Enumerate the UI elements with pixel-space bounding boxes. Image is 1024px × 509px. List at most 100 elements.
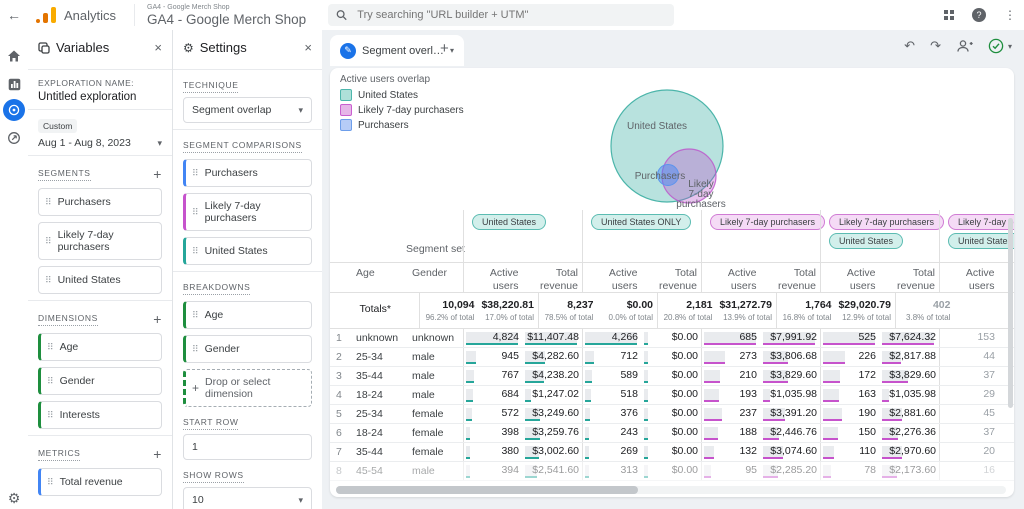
help-icon[interactable]: ?	[972, 8, 986, 22]
drag-handle-icon: ⠿	[192, 169, 199, 178]
dimension-card[interactable]: ⠿Interests	[38, 401, 162, 429]
metric-header: Active users	[702, 263, 761, 292]
gender-cell: unknown	[412, 332, 463, 344]
metric-cell: 394	[464, 462, 523, 480]
horizontal-scrollbar-thumb[interactable]	[336, 486, 638, 494]
value-bar	[644, 408, 648, 421]
segment-card[interactable]: ⠿United States	[38, 266, 162, 294]
technique-dropdown[interactable]: Segment overlap ▾	[183, 97, 312, 123]
metric-value: 172	[858, 367, 876, 384]
table-row[interactable]: 525-34female572$3,249.60376$0.00237$3,39…	[330, 405, 1014, 424]
metric-value: 243	[620, 424, 638, 441]
table-row[interactable]: 618-24female398$3,259.76243$0.00188$2,44…	[330, 424, 1014, 443]
product-name: Analytics	[64, 8, 116, 23]
breakdown-card[interactable]: ⠿Gender	[183, 335, 312, 363]
breakdown-card[interactable]: ⠿Age	[183, 301, 312, 329]
segment-comparison-card[interactable]: ⠿United States	[183, 237, 312, 265]
metric-value: $2,970.60	[889, 443, 936, 460]
search-input[interactable]	[355, 8, 666, 22]
table-row[interactable]: 225-34male945$4,282.60712$0.00273$3,806.…	[330, 348, 1014, 367]
apps-grid-icon[interactable]	[944, 10, 954, 20]
value-bar	[882, 389, 889, 402]
home-icon[interactable]	[0, 44, 28, 68]
add-segment-button[interactable]: +	[153, 166, 162, 182]
metric-header: Total revenue	[880, 263, 940, 292]
google-analytics-logo	[36, 7, 58, 23]
admin-gear-icon[interactable]: ⚙	[0, 486, 28, 509]
metric-cell: 95	[702, 462, 761, 480]
table-row[interactable]: 335-44male767$4,238.20589$0.00210$3,829.…	[330, 367, 1014, 386]
close-settings-icon[interactable]: ×	[304, 40, 312, 55]
table-row[interactable]: 735-44female380$3,002.60269$0.00132$3,07…	[330, 443, 1014, 462]
add-tab-button[interactable]: +	[440, 40, 449, 57]
metric-value: 712	[620, 348, 638, 365]
advertising-icon[interactable]	[0, 126, 28, 150]
segment-comparison-card[interactable]: ⠿Likely 7-day purchasers	[183, 193, 312, 231]
metric-cell: 589	[583, 367, 642, 385]
add-dimension-button[interactable]: +	[153, 311, 162, 327]
metric-header: Active users	[821, 263, 880, 292]
totals-value: $0.00	[598, 299, 654, 311]
undo-icon[interactable]: ↶	[904, 38, 915, 54]
segment-comparison-card[interactable]: ⠿Purchasers	[183, 159, 312, 187]
metric-value: 4,266	[612, 329, 638, 346]
metric-cell: 380	[464, 443, 523, 461]
show-rows-dropdown[interactable]: 10 ▾	[183, 487, 312, 509]
variables-icon	[38, 42, 50, 54]
metric-value: $2,276.36	[889, 424, 936, 441]
metric-card[interactable]: ⠿Total revenue	[38, 468, 162, 496]
drop-dimension-target[interactable]: + Drop or select dimension	[183, 369, 312, 407]
chevron-down-icon: ▾	[298, 495, 303, 506]
segment-card[interactable]: ⠿Likely 7-day purchasers	[38, 222, 162, 260]
redo-icon[interactable]: ↷	[930, 38, 941, 54]
totals-percent: 0.0% of total	[598, 313, 654, 322]
value-bar	[466, 465, 470, 478]
dimensions-label: DIMENSIONS	[38, 313, 98, 326]
row-number: 3	[336, 370, 356, 382]
exploration-name-value[interactable]: Untitled exploration	[38, 91, 162, 103]
account-name[interactable]: GA4 - Google Merch Shop	[147, 13, 306, 27]
search-bar[interactable]	[328, 4, 674, 26]
reports-icon[interactable]	[0, 72, 28, 96]
left-nav-rail: ⚙	[0, 30, 29, 509]
dimension-card[interactable]: ⠿Age	[38, 333, 162, 361]
add-metric-button[interactable]: +	[153, 446, 162, 462]
metric-value: $0.00	[672, 405, 698, 422]
variables-panel-title: Variables	[56, 40, 109, 55]
table-row[interactable]: 845-54male394$2,541.60313$0.0095$2,285.2…	[330, 462, 1014, 481]
metric-value: $3,806.68	[770, 348, 817, 365]
vertical-scrollbar-thumb[interactable]	[1008, 218, 1013, 408]
row-number: 6	[336, 427, 356, 439]
totals-cell: 8,23778.5% of total	[539, 293, 598, 328]
overflow-menu-icon[interactable]: ⋮	[1004, 8, 1016, 22]
age-cell: 25-34	[356, 408, 412, 420]
chevron-down-icon: ▾	[298, 105, 303, 116]
back-arrow-icon[interactable]: ←	[0, 7, 28, 23]
explore-icon-active[interactable]	[0, 98, 28, 122]
start-row-input[interactable]: 1	[183, 434, 312, 460]
date-range-selector[interactable]: Aug 1 - Aug 8, 2023 ▾	[38, 137, 162, 149]
metric-cell: 150	[821, 424, 880, 442]
segment-pill-row: Likely 7-day purchasers	[948, 214, 1014, 233]
dimension-card[interactable]: ⠿Gender	[38, 367, 162, 395]
metric-value: $4,238.20	[532, 367, 579, 384]
segment-combo-header: United States	[463, 210, 582, 262]
share-user-add-icon[interactable]	[956, 39, 973, 53]
card-label: Purchasers	[58, 196, 111, 208]
totals-group: 2,18120.8% of total$31,272.7913.9% of to…	[657, 293, 776, 328]
drag-handle-icon: ⠿	[192, 311, 199, 320]
table-row[interactable]: 1unknownunknown4,824$11,407.484,266$0.00…	[330, 329, 1014, 348]
table-column-headers: AgeGenderActive usersTotal revenueActive…	[330, 263, 1014, 293]
value-bar	[644, 465, 648, 478]
table-row[interactable]: 418-24male684$1,247.02518$0.00193$1,035.…	[330, 386, 1014, 405]
value-bar	[823, 351, 845, 364]
metric-value: 398	[501, 424, 519, 441]
value-bar	[585, 446, 589, 459]
totals-value: $29,020.79	[836, 299, 892, 311]
horizontal-scrollbar	[336, 486, 1006, 494]
close-variables-icon[interactable]: ×	[154, 40, 162, 55]
saved-status-menu[interactable]: ▾	[988, 38, 1012, 54]
segment-pill-row: Likely 7-day purchasers	[829, 214, 939, 233]
segment-card[interactable]: ⠿Purchasers	[38, 188, 162, 216]
metric-cell: $3,249.60	[523, 405, 583, 423]
